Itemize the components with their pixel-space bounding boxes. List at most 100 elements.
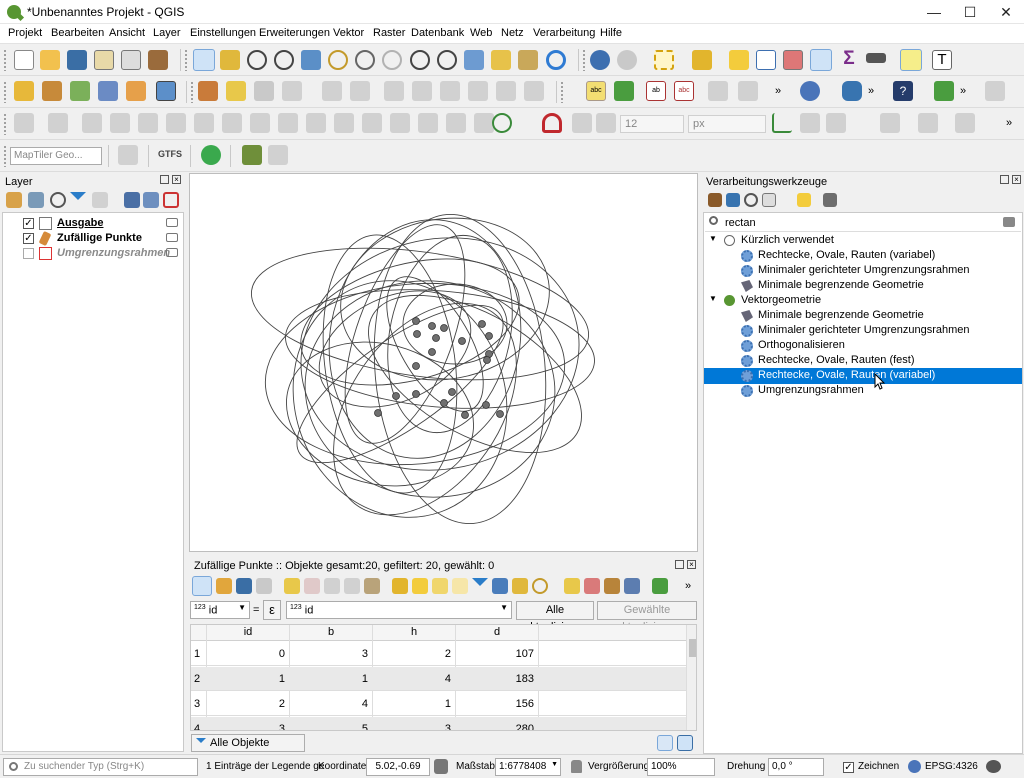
field-calculator-icon[interactable] (624, 578, 640, 594)
collapse-all-icon[interactable] (143, 192, 159, 208)
algorithm-item[interactable]: Minimale begrenzende Geometrie (758, 279, 924, 291)
algorithm-item[interactable]: Minimaler gerichteter Umgrenzungsrahmen (758, 324, 970, 336)
menu-layer[interactable]: Layer (153, 27, 181, 39)
rotation-spinbox[interactable]: 0,0 ° (768, 758, 824, 776)
menu-datenbank[interactable]: Datenbank (411, 27, 464, 39)
render-checkbox[interactable]: ✓ (843, 762, 854, 773)
algorithm-item[interactable]: Rechtecke, Ovale, Rauten (fest) (758, 354, 915, 366)
group-recent[interactable]: Kürzlich verwendet (741, 234, 834, 246)
close-button[interactable]: ✕ (988, 0, 1024, 24)
expand-toggle-icon[interactable]: ▼ (709, 234, 717, 243)
text-annotation-icon[interactable]: T (932, 50, 952, 70)
select-all-icon[interactable] (412, 578, 428, 594)
menu-erweiterungen[interactable]: Erweiterungen (259, 27, 330, 39)
cell-id[interactable]: 1 (207, 673, 285, 685)
layer-checkbox-ausgabe[interactable]: ✓ (23, 218, 34, 229)
cell-d[interactable]: 107 (456, 648, 534, 660)
label-toolbar-icon[interactable]: abc (586, 81, 606, 101)
algorithm-item[interactable]: Minimale begrenzende Geometrie (758, 309, 924, 321)
offset-symbols-icon[interactable] (474, 113, 494, 133)
cell-d[interactable]: 183 (456, 673, 534, 685)
menu-netz[interactable]: Netz (501, 27, 524, 39)
layout-manager-icon[interactable] (121, 50, 141, 70)
crs-label[interactable]: EPSG:4326 (925, 761, 978, 772)
zoom-out-icon[interactable] (274, 50, 294, 70)
expand-all-icon[interactable] (124, 192, 140, 208)
measure-icon[interactable] (866, 53, 886, 63)
conditional-formatting-icon[interactable] (652, 578, 668, 594)
split-parts-icon[interactable] (362, 113, 382, 133)
layer-diagram-icon[interactable] (614, 81, 634, 101)
magnifier-spinbox[interactable]: 100% (647, 758, 715, 776)
shape-digitize-icon[interactable] (880, 113, 900, 133)
cell-b[interactable]: 3 (290, 648, 368, 660)
paste-icon[interactable] (364, 578, 380, 594)
python-console-icon[interactable] (842, 81, 862, 101)
form-view-icon[interactable] (657, 735, 673, 751)
menu-web[interactable]: Web (470, 27, 492, 39)
add-group-icon[interactable] (28, 192, 44, 208)
scripts-icon[interactable] (726, 193, 740, 207)
column-header-id[interactable]: id (207, 626, 289, 638)
current-edits-icon[interactable] (198, 81, 218, 101)
cell-b[interactable]: 4 (290, 698, 368, 710)
edit-features-in-place-icon[interactable] (797, 193, 811, 207)
scale-combo[interactable]: 1:6778408 ▼ (495, 758, 561, 776)
zoom-in-icon[interactable] (247, 50, 267, 70)
share-icon[interactable] (201, 145, 221, 165)
menu-raster[interactable]: Raster (373, 27, 405, 39)
add-polygon-icon[interactable] (955, 113, 975, 133)
save-edits-icon[interactable] (236, 578, 252, 594)
new-field-icon[interactable] (564, 578, 580, 594)
pan-to-selection-icon[interactable] (512, 578, 528, 594)
cell-d[interactable]: 280 (456, 723, 534, 730)
menu-vektor[interactable]: Vektor (333, 27, 364, 39)
merge-features-icon[interactable] (390, 113, 410, 133)
layer-checkbox-zufaellige-punkte[interactable]: ✓ (23, 233, 34, 244)
reload-table-icon[interactable] (256, 578, 272, 594)
gtfs-label[interactable]: GTFS (158, 149, 182, 159)
algorithm-item[interactable]: Orthogonalisieren (758, 339, 845, 351)
cell-h[interactable]: 2 (373, 648, 451, 660)
refresh-icon[interactable] (546, 50, 566, 70)
toggle-editing-icon[interactable] (226, 81, 246, 101)
add-layer-icon[interactable] (126, 81, 146, 101)
font-size-spinbox[interactable]: 12 (620, 115, 684, 133)
update-selected-button[interactable]: Gewählte aktualisieren (597, 601, 697, 633)
digitize-icon[interactable] (14, 113, 34, 133)
expression-button[interactable]: ε (263, 600, 281, 620)
layer-indicator-icon[interactable] (166, 233, 178, 242)
manage-map-themes-icon[interactable] (50, 192, 66, 208)
font-unit-select[interactable]: px (688, 115, 766, 133)
float-panel-icon[interactable] (675, 560, 684, 569)
float-panel-icon[interactable] (160, 175, 169, 184)
cell-d[interactable]: 156 (456, 698, 534, 710)
new-project-icon[interactable] (14, 50, 34, 70)
close-panel-icon[interactable]: × (172, 175, 181, 184)
qgis2web-icon[interactable] (242, 145, 262, 165)
column-header-b[interactable]: b (290, 626, 372, 638)
cell-h[interactable]: 3 (373, 723, 451, 730)
layer-indicator-icon[interactable] (166, 248, 178, 257)
sum-icon[interactable]: Σ (839, 49, 859, 70)
add-ring-icon[interactable] (138, 113, 158, 133)
style-manager-icon[interactable] (148, 50, 168, 70)
models-icon[interactable] (708, 193, 722, 207)
menu-einstellungen[interactable]: Einstellungen (190, 27, 256, 39)
locator-search-input[interactable]: Zu suchender Typ (Strg+K) (3, 758, 198, 776)
pan-to-selection-icon[interactable] (220, 50, 240, 70)
deselect-all-icon[interactable] (452, 578, 468, 594)
trim-extend-icon[interactable] (772, 113, 792, 133)
toggle-editing-icon[interactable] (192, 576, 212, 596)
history-icon[interactable] (744, 193, 758, 207)
column-header-h[interactable]: h (373, 626, 455, 638)
show-all-features-button[interactable]: Alle Objekte anzeigen (191, 734, 305, 765)
algorithm-item[interactable]: Umgrenzungsrahmen (758, 384, 864, 396)
add-feature-icon[interactable] (282, 81, 302, 101)
add-circle-icon[interactable] (918, 113, 938, 133)
add-vector-layer-icon[interactable] (156, 81, 176, 101)
column-header-d[interactable]: d (456, 626, 538, 638)
cell-h[interactable]: 4 (373, 673, 451, 685)
menu-bearbeiten[interactable]: Bearbeiten (51, 27, 104, 39)
move-selection-to-top-icon[interactable] (492, 578, 508, 594)
